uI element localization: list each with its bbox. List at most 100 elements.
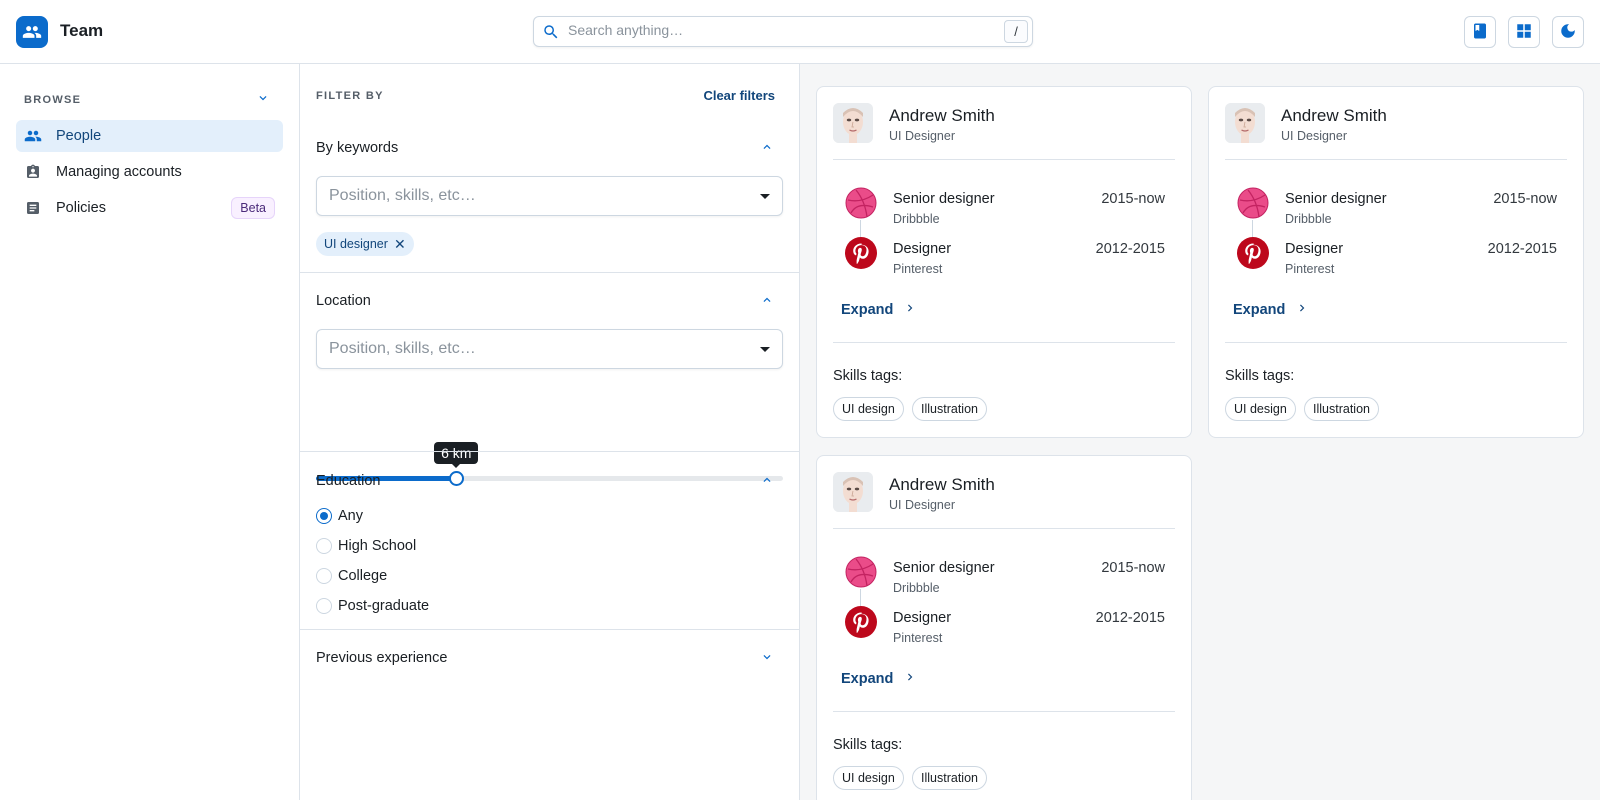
avatar[interactable]: [833, 103, 873, 143]
chip-label: UI designer: [324, 237, 388, 251]
dribbble-icon: [845, 556, 877, 588]
chevron-right-icon: [1295, 301, 1309, 319]
experience-title: Senior designer: [893, 191, 995, 207]
section-divider: [300, 451, 800, 452]
expand-button[interactable]: Expand: [841, 301, 917, 319]
keyword-chip[interactable]: UI designer ✕: [316, 232, 414, 256]
experience-item: Senior designer Dribbble 2015-now: [845, 556, 1165, 596]
experience-company: Pinterest: [893, 631, 943, 645]
sidebar-item-managing-accounts[interactable]: Managing accounts: [16, 156, 283, 188]
avatar[interactable]: [1225, 103, 1265, 143]
expand-label: Expand: [1233, 302, 1286, 318]
search-input[interactable]: [568, 22, 988, 38]
team-logo-icon[interactable]: [16, 16, 48, 48]
experience-title: Designer: [893, 610, 952, 626]
expand-label: Expand: [841, 302, 894, 318]
browse-section-label: BROWSE: [24, 94, 82, 106]
close-icon[interactable]: ✕: [394, 236, 406, 253]
bookmark-button[interactable]: [1464, 16, 1496, 48]
experience-company: Pinterest: [1285, 262, 1335, 276]
distance-tooltip: 6 km: [434, 442, 479, 468]
radio-button[interactable]: [316, 538, 332, 554]
chevron-up-icon[interactable]: [760, 293, 774, 310]
distance-slider-track[interactable]: [316, 476, 783, 481]
chevron-down-icon[interactable]: [256, 91, 270, 108]
chevron-up-icon[interactable]: [760, 473, 774, 490]
person-role: UI Designer: [889, 129, 955, 143]
document-icon: [24, 199, 42, 217]
skill-tag[interactable]: UI design: [833, 397, 904, 421]
card-divider: [1225, 342, 1567, 343]
education-option-post-graduate[interactable]: Post-graduate: [316, 596, 429, 616]
skill-tag[interactable]: UI design: [1225, 397, 1296, 421]
sidebar-item-policies[interactable]: Policies Beta: [16, 192, 283, 224]
skills-label: Skills tags:: [833, 737, 903, 753]
card-divider: [1225, 159, 1567, 160]
person-role: UI Designer: [889, 498, 955, 512]
experience-item: Senior designer Dribbble 2015-now: [845, 187, 1165, 227]
distance-slider-thumb[interactable]: [448, 471, 464, 486]
person-card: Andrew Smith UI Designer Senior designer…: [816, 455, 1192, 800]
education-section-title[interactable]: Education: [316, 473, 381, 489]
expand-button[interactable]: Expand: [1233, 301, 1309, 319]
experience-company: Dribbble: [893, 212, 940, 226]
filter-panel: FILTER BY Clear filters By keywords Posi…: [300, 64, 800, 800]
person-name[interactable]: Andrew Smith: [1281, 106, 1387, 126]
keywords-section-title[interactable]: By keywords: [316, 140, 398, 156]
moon-icon: [1559, 22, 1577, 43]
book-icon: [1471, 22, 1489, 43]
education-option-any[interactable]: Any: [316, 506, 363, 526]
keywords-select[interactable]: Position, skills, etc…: [316, 176, 783, 216]
radio-button[interactable]: [316, 508, 332, 524]
sidebar-item-label: Managing accounts: [56, 164, 182, 180]
skill-tag[interactable]: UI design: [833, 766, 904, 790]
chevron-right-icon: [903, 670, 917, 688]
expand-button[interactable]: Expand: [841, 670, 917, 688]
location-section-title[interactable]: Location: [316, 293, 371, 309]
apps-grid-button[interactable]: [1508, 16, 1540, 48]
sidebar-item-label: People: [56, 128, 102, 144]
experience-title: Designer: [893, 241, 952, 257]
experience-years: 2015-now: [1493, 191, 1557, 207]
skill-tag[interactable]: Illustration: [912, 766, 987, 790]
dribbble-icon: [1237, 187, 1269, 219]
timeline-connector: [860, 220, 861, 238]
timeline-connector: [860, 589, 861, 607]
dropdown-caret-icon: [760, 347, 770, 352]
grid-icon: [1515, 22, 1533, 43]
beta-badge: Beta: [231, 197, 275, 219]
experience-years: 2012-2015: [1095, 610, 1165, 626]
experience-item: Designer Pinterest 2012-2015: [845, 237, 1165, 277]
experience-item: Senior designer Dribbble 2015-now: [1237, 187, 1557, 227]
people-results: Andrew Smith UI Designer Senior designer…: [800, 64, 1600, 800]
skill-tag[interactable]: Illustration: [912, 397, 987, 421]
pinterest-icon: [845, 237, 877, 269]
badge-icon: [24, 163, 42, 181]
location-select[interactable]: Position, skills, etc…: [316, 329, 783, 369]
location-placeholder: Position, skills, etc…: [329, 340, 476, 357]
person-name[interactable]: Andrew Smith: [889, 475, 995, 495]
radio-button[interactable]: [316, 598, 332, 614]
clear-filters-link[interactable]: Clear filters: [703, 88, 775, 103]
dark-mode-toggle[interactable]: [1552, 16, 1584, 48]
education-option-high-school[interactable]: High School: [316, 536, 416, 556]
experience-years: 2015-now: [1101, 191, 1165, 207]
top-bar: Team /: [0, 0, 1600, 64]
keywords-placeholder: Position, skills, etc…: [329, 187, 476, 204]
skill-tag[interactable]: Illustration: [1304, 397, 1379, 421]
previous-experience-section-title[interactable]: Previous experience: [316, 650, 447, 666]
experience-years: 2012-2015: [1487, 241, 1557, 257]
person-role: UI Designer: [1281, 129, 1347, 143]
education-option-college[interactable]: College: [316, 566, 387, 586]
search-box[interactable]: /: [533, 16, 1033, 47]
chevron-down-icon[interactable]: [760, 650, 774, 667]
chevron-up-icon[interactable]: [760, 140, 774, 157]
section-divider: [300, 629, 800, 630]
sidebar-item-people[interactable]: People: [16, 120, 283, 152]
person-name[interactable]: Andrew Smith: [889, 106, 995, 126]
dropdown-caret-icon: [760, 194, 770, 199]
filter-by-heading: FILTER BY: [316, 90, 384, 102]
search-shortcut-key: /: [1004, 20, 1028, 43]
avatar[interactable]: [833, 472, 873, 512]
radio-button[interactable]: [316, 568, 332, 584]
